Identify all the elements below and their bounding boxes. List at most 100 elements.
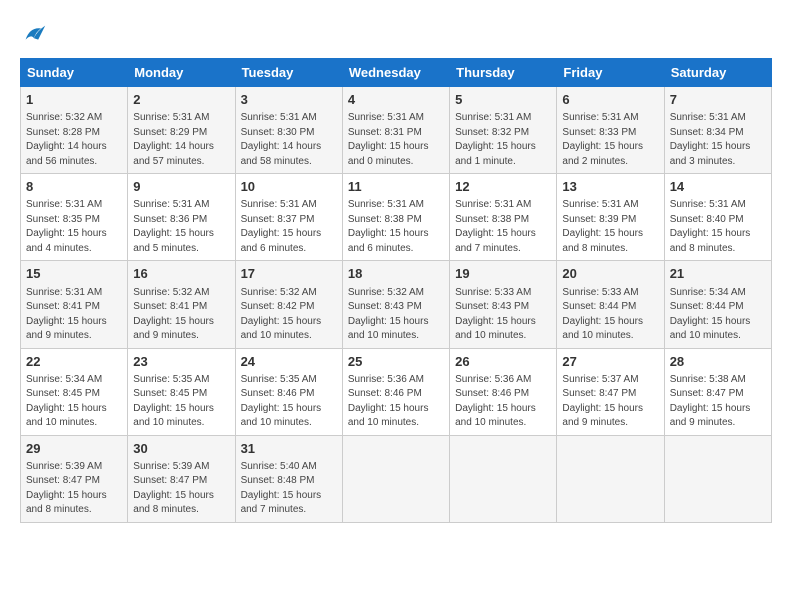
calendar-cell: 30 Sunrise: 5:39 AM Sunset: 8:47 PM Dayli…	[128, 435, 235, 522]
day-number: 8	[26, 178, 122, 196]
day-number: 28	[670, 353, 766, 371]
day-number: 29	[26, 440, 122, 458]
calendar-cell: 11 Sunrise: 5:31 AM Sunset: 8:38 PM Dayli…	[342, 174, 449, 261]
day-info: Sunrise: 5:31 AM Sunset: 8:32 PM Dayligh…	[455, 111, 551, 169]
calendar-cell: 20 Sunrise: 5:33 AM Sunset: 8:44 PM Dayli…	[557, 261, 664, 348]
header-wednesday: Wednesday	[342, 59, 449, 87]
day-number: 12	[455, 178, 551, 196]
calendar-cell: 6 Sunrise: 5:31 AM Sunset: 8:33 PM Daylig…	[557, 87, 664, 174]
day-info: Sunrise: 5:31 AM Sunset: 8:36 PM Dayligh…	[133, 198, 229, 256]
day-info: Sunrise: 5:31 AM Sunset: 8:38 PM Dayligh…	[348, 198, 444, 256]
day-info: Sunrise: 5:31 AM Sunset: 8:34 PM Dayligh…	[670, 111, 766, 169]
day-info: Sunrise: 5:31 AM Sunset: 8:30 PM Dayligh…	[241, 111, 337, 169]
day-info: Sunrise: 5:32 AM Sunset: 8:41 PM Dayligh…	[133, 286, 229, 344]
day-number: 6	[562, 91, 658, 109]
calendar-cell	[342, 435, 449, 522]
day-info: Sunrise: 5:31 AM Sunset: 8:37 PM Dayligh…	[241, 198, 337, 256]
header-sunday: Sunday	[21, 59, 128, 87]
calendar-cell: 27 Sunrise: 5:37 AM Sunset: 8:47 PM Dayli…	[557, 348, 664, 435]
day-number: 14	[670, 178, 766, 196]
calendar-cell: 12 Sunrise: 5:31 AM Sunset: 8:38 PM Dayli…	[450, 174, 557, 261]
day-number: 10	[241, 178, 337, 196]
calendar-cell: 31 Sunrise: 5:40 AM Sunset: 8:48 PM Dayli…	[235, 435, 342, 522]
calendar-cell: 8 Sunrise: 5:31 AM Sunset: 8:35 PM Daylig…	[21, 174, 128, 261]
day-number: 15	[26, 265, 122, 283]
day-number: 7	[670, 91, 766, 109]
day-info: Sunrise: 5:31 AM Sunset: 8:38 PM Dayligh…	[455, 198, 551, 256]
week-row-0: 1 Sunrise: 5:32 AM Sunset: 8:28 PM Daylig…	[21, 87, 772, 174]
calendar-cell: 1 Sunrise: 5:32 AM Sunset: 8:28 PM Daylig…	[21, 87, 128, 174]
day-info: Sunrise: 5:36 AM Sunset: 8:46 PM Dayligh…	[348, 373, 444, 431]
day-info: Sunrise: 5:31 AM Sunset: 8:41 PM Dayligh…	[26, 286, 122, 344]
header-thursday: Thursday	[450, 59, 557, 87]
header-saturday: Saturday	[664, 59, 771, 87]
day-number: 26	[455, 353, 551, 371]
calendar-cell: 17Sunrise: 5:32 AM Sunset: 8:42 PM Dayli…	[235, 261, 342, 348]
day-info: Sunrise: 5:34 AM Sunset: 8:45 PM Dayligh…	[26, 373, 122, 431]
day-number: 11	[348, 178, 444, 196]
day-info: Sunrise: 5:39 AM Sunset: 8:47 PM Dayligh…	[133, 460, 229, 518]
day-info: Sunrise: 5:37 AM Sunset: 8:47 PM Dayligh…	[562, 373, 658, 431]
day-number: 5	[455, 91, 551, 109]
calendar-cell	[664, 435, 771, 522]
calendar-cell: 4 Sunrise: 5:31 AM Sunset: 8:31 PM Daylig…	[342, 87, 449, 174]
day-number: 21	[670, 265, 766, 283]
calendar-cell	[450, 435, 557, 522]
day-number: 4	[348, 91, 444, 109]
day-number: 22	[26, 353, 122, 371]
day-info: Sunrise: 5:39 AM Sunset: 8:47 PM Dayligh…	[26, 460, 122, 518]
day-info: Sunrise: 5:36 AM Sunset: 8:46 PM Dayligh…	[455, 373, 551, 431]
day-number: 31	[241, 440, 337, 458]
calendar-cell: 26 Sunrise: 5:36 AM Sunset: 8:46 PM Dayli…	[450, 348, 557, 435]
calendar-cell	[557, 435, 664, 522]
week-row-2: 15 Sunrise: 5:31 AM Sunset: 8:41 PM Dayli…	[21, 261, 772, 348]
calendar-cell: 23Sunrise: 5:35 AM Sunset: 8:45 PM Dayli…	[128, 348, 235, 435]
day-number: 9	[133, 178, 229, 196]
calendar-cell: 29 Sunrise: 5:39 AM Sunset: 8:47 PM Dayli…	[21, 435, 128, 522]
calendar-cell: 13Sunrise: 5:31 AM Sunset: 8:39 PM Dayli…	[557, 174, 664, 261]
calendar-cell: 14 Sunrise: 5:31 AM Sunset: 8:40 PM Dayli…	[664, 174, 771, 261]
calendar-cell: 19Sunrise: 5:33 AM Sunset: 8:43 PM Dayli…	[450, 261, 557, 348]
day-number: 1	[26, 91, 122, 109]
header-tuesday: Tuesday	[235, 59, 342, 87]
calendar-cell: 25 Sunrise: 5:36 AM Sunset: 8:46 PM Dayli…	[342, 348, 449, 435]
day-number: 20	[562, 265, 658, 283]
bird-icon	[20, 20, 48, 48]
day-number: 19	[455, 265, 551, 283]
day-number: 27	[562, 353, 658, 371]
header-friday: Friday	[557, 59, 664, 87]
day-number: 24	[241, 353, 337, 371]
header-row: SundayMondayTuesdayWednesdayThursdayFrid…	[21, 59, 772, 87]
calendar-cell: 16Sunrise: 5:32 AM Sunset: 8:41 PM Dayli…	[128, 261, 235, 348]
calendar-cell: 15 Sunrise: 5:31 AM Sunset: 8:41 PM Dayli…	[21, 261, 128, 348]
calendar-cell: 7 Sunrise: 5:31 AM Sunset: 8:34 PM Daylig…	[664, 87, 771, 174]
day-info: Sunrise: 5:31 AM Sunset: 8:31 PM Dayligh…	[348, 111, 444, 169]
day-number: 18	[348, 265, 444, 283]
day-info: Sunrise: 5:31 AM Sunset: 8:29 PM Dayligh…	[133, 111, 229, 169]
calendar-cell: 3 Sunrise: 5:31 AM Sunset: 8:30 PM Daylig…	[235, 87, 342, 174]
week-row-3: 22 Sunrise: 5:34 AM Sunset: 8:45 PM Dayli…	[21, 348, 772, 435]
day-info: Sunrise: 5:40 AM Sunset: 8:48 PM Dayligh…	[241, 460, 337, 518]
day-number: 23	[133, 353, 229, 371]
day-info: Sunrise: 5:38 AM Sunset: 8:47 PM Dayligh…	[670, 373, 766, 431]
day-info: Sunrise: 5:33 AM Sunset: 8:44 PM Dayligh…	[562, 286, 658, 344]
day-info: Sunrise: 5:31 AM Sunset: 8:35 PM Dayligh…	[26, 198, 122, 256]
day-number: 17	[241, 265, 337, 283]
day-number: 2	[133, 91, 229, 109]
day-info: Sunrise: 5:31 AM Sunset: 8:33 PM Dayligh…	[562, 111, 658, 169]
day-number: 25	[348, 353, 444, 371]
day-number: 3	[241, 91, 337, 109]
calendar-cell: 28 Sunrise: 5:38 AM Sunset: 8:47 PM Dayli…	[664, 348, 771, 435]
logo	[20, 20, 50, 48]
header-monday: Monday	[128, 59, 235, 87]
week-row-4: 29 Sunrise: 5:39 AM Sunset: 8:47 PM Dayli…	[21, 435, 772, 522]
calendar-cell: 5 Sunrise: 5:31 AM Sunset: 8:32 PM Daylig…	[450, 87, 557, 174]
day-number: 13	[562, 178, 658, 196]
calendar-cell: 22 Sunrise: 5:34 AM Sunset: 8:45 PM Dayli…	[21, 348, 128, 435]
day-info: Sunrise: 5:32 AM Sunset: 8:28 PM Dayligh…	[26, 111, 122, 169]
page-header	[20, 20, 772, 48]
day-info: Sunrise: 5:31 AM Sunset: 8:40 PM Dayligh…	[670, 198, 766, 256]
calendar-cell: 18 Sunrise: 5:32 AM Sunset: 8:43 PM Dayli…	[342, 261, 449, 348]
day-number: 30	[133, 440, 229, 458]
day-info: Sunrise: 5:32 AM Sunset: 8:43 PM Dayligh…	[348, 286, 444, 344]
